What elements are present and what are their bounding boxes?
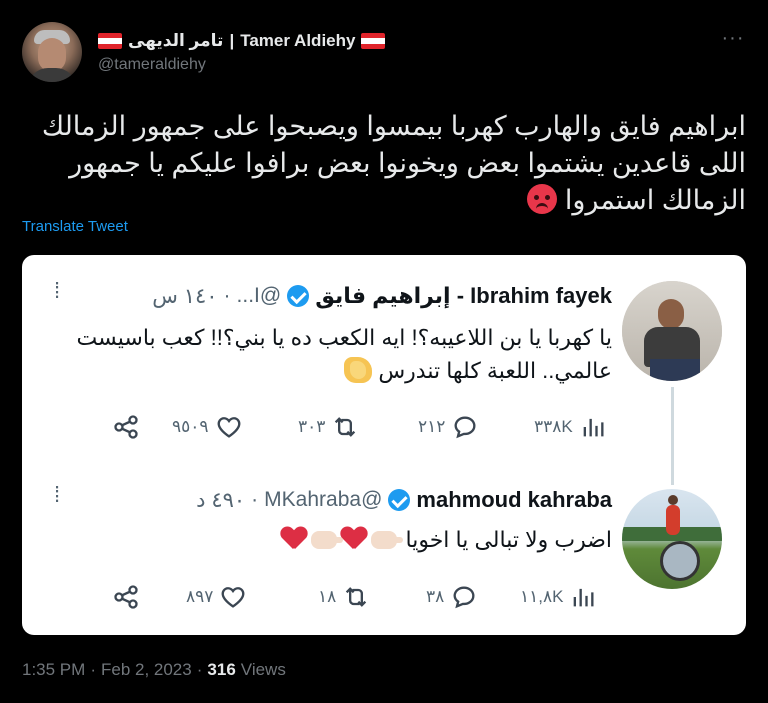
views-label: Views	[240, 660, 286, 679]
more-options-icon[interactable]: ···	[720, 28, 746, 48]
quoted-image[interactable]: ⁞ Ibrahim fayek - إبراهيم فايق @I... · ١…	[22, 255, 746, 635]
quoted-more-icon: ⁞	[53, 278, 61, 303]
views-icon	[583, 418, 604, 437]
share-icon	[112, 581, 140, 613]
share-icon	[112, 411, 140, 443]
like-icon	[217, 417, 240, 438]
verified-badge-icon	[287, 285, 310, 307]
views-count: ٣٣٨K	[534, 417, 573, 436]
verified-badge-icon	[388, 489, 411, 511]
reply-action: ٣٨	[426, 581, 478, 613]
backhand-index-icon	[311, 531, 344, 549]
quoted-name: Ibrahim fayek - إبراهيم فايق	[315, 283, 612, 308]
retweet-action: ١٨	[318, 581, 370, 613]
like-icon	[222, 587, 245, 608]
translate-tweet-link[interactable]: Translate Tweet	[22, 218, 128, 235]
quoted-name: mahmoud kahraba	[416, 487, 612, 512]
tweet-meta: 1:35 PM · Feb 2, 2023 · 316 Views	[22, 660, 286, 680]
quoted-actions-2: ٨٩٧ ١٨ ٣٨ ١١,٨K	[102, 581, 616, 613]
author-name-separator: |	[229, 31, 235, 50]
retweet-icon	[346, 587, 367, 607]
views-count: ١١,٨K	[520, 587, 564, 606]
quoted-more-icon: ⁞	[53, 482, 61, 507]
author-name-en: Tamer Aldiehy	[240, 31, 356, 50]
retweet-count: ٣٠٣	[298, 417, 326, 436]
red-heart-icon	[341, 527, 367, 551]
views-icon	[574, 588, 594, 607]
author-handle[interactable]: @tameraldiehy	[98, 56, 206, 74]
author-avatar[interactable]	[22, 22, 82, 82]
like-action: ٨٩٧	[186, 581, 247, 613]
like-count: ٨٩٧	[186, 587, 214, 606]
thread-connector-line	[671, 387, 674, 485]
tweet-text: ابراهيم فايق والهارب كهربا بيمسوا ويصبحو…	[20, 108, 746, 219]
retweet-icon	[335, 417, 356, 437]
backhand-index-icon	[371, 531, 404, 549]
flag-icon	[98, 33, 122, 49]
retweet-count: ١٨	[318, 587, 337, 606]
quoted-text-content: اضرب ولا تبالى يا اخويا	[405, 527, 613, 552]
author-name-ar: تامر الديهى	[128, 31, 224, 50]
tweet-date[interactable]: Feb 2, 2023	[101, 660, 192, 680]
quoted-dot: ·	[223, 284, 231, 307]
red-heart-icon	[281, 527, 307, 551]
reply-icon	[453, 586, 475, 609]
quoted-dot: ·	[251, 488, 259, 511]
meta-dot: ·	[90, 660, 96, 679]
like-count: ٩٥٠٩	[172, 417, 209, 436]
quoted-time: ٤٩٠ د	[196, 488, 246, 512]
angry-face-icon	[527, 184, 558, 214]
reply-action: ٢١٢	[418, 411, 479, 443]
quoted-text-2: اضرب ولا تبالى يا اخويا	[42, 523, 612, 556]
reply-count: ٣٨	[426, 587, 445, 606]
tweet-time[interactable]: 1:35 PM	[22, 660, 85, 680]
quoted-header-1: Ibrahim fayek - إبراهيم فايق @I... · ١٤٠…	[152, 283, 612, 309]
quoted-handle: @I...	[236, 284, 282, 307]
quoted-actions-1: ٩٥٠٩ ٣٠٣ ٢١٢ ٣٣٨K	[102, 411, 616, 443]
flag-icon	[361, 33, 386, 49]
views-action: ٣٣٨K	[534, 411, 607, 443]
quoted-header-2: mahmoud kahraba @MKahraba · ٤٩٠ د	[196, 487, 612, 513]
reply-count: ٢١٢	[418, 417, 446, 436]
quoted-avatar-kahraba	[622, 489, 722, 589]
like-action: ٩٥٠٩	[172, 411, 243, 443]
quoted-handle: @MKahraba	[264, 488, 383, 511]
meta-dot: ·	[196, 660, 203, 679]
retweet-action: ٣٠٣	[298, 411, 359, 443]
reply-icon	[454, 416, 476, 439]
quoted-text-1: يا كهربا يا بن اللاعيبه؟! ايه الكعب ده ي…	[42, 321, 612, 387]
tweet-text-content: ابراهيم فايق والهارب كهربا بيمسوا ويصبحو…	[41, 111, 746, 215]
author-name-line[interactable]: تامر الديهى | Tamer Aldiehy	[98, 30, 386, 52]
views-count: 316	[207, 660, 236, 679]
clapping-hands-icon	[344, 357, 373, 383]
views-action: ١١,٨K	[520, 581, 597, 613]
quoted-avatar-ibrahim	[622, 281, 722, 381]
quoted-time: ١٤٠ س	[152, 284, 218, 308]
